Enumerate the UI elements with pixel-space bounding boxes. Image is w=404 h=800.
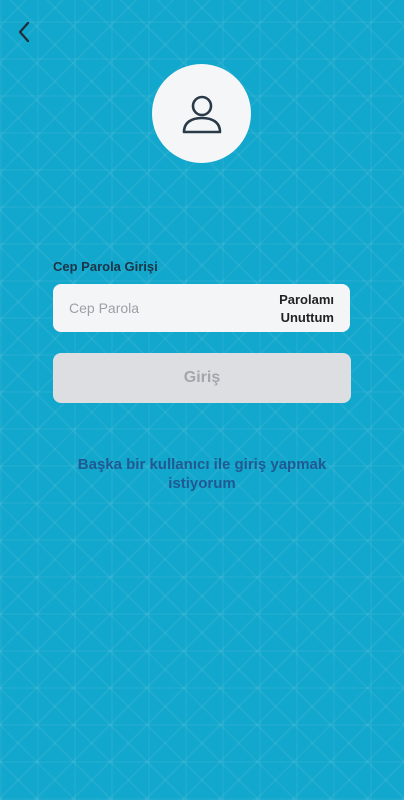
- password-field-label: Cep Parola Girişi: [53, 259, 158, 274]
- user-icon: [182, 95, 221, 133]
- password-input[interactable]: [69, 284, 259, 332]
- password-input-container: Parolamı Unuttum: [53, 284, 350, 332]
- chevron-left-icon: [18, 21, 30, 43]
- forgot-password-link[interactable]: Parolamı Unuttum: [268, 291, 334, 327]
- avatar: [152, 64, 251, 163]
- switch-user-link[interactable]: Başka bir kullanıcı ile giriş yapmak ist…: [60, 455, 344, 493]
- login-screen: Cep Parola Girişi Parolamı Unuttum Giriş…: [0, 0, 404, 800]
- back-button[interactable]: [8, 17, 40, 47]
- login-button[interactable]: Giriş: [53, 353, 351, 403]
